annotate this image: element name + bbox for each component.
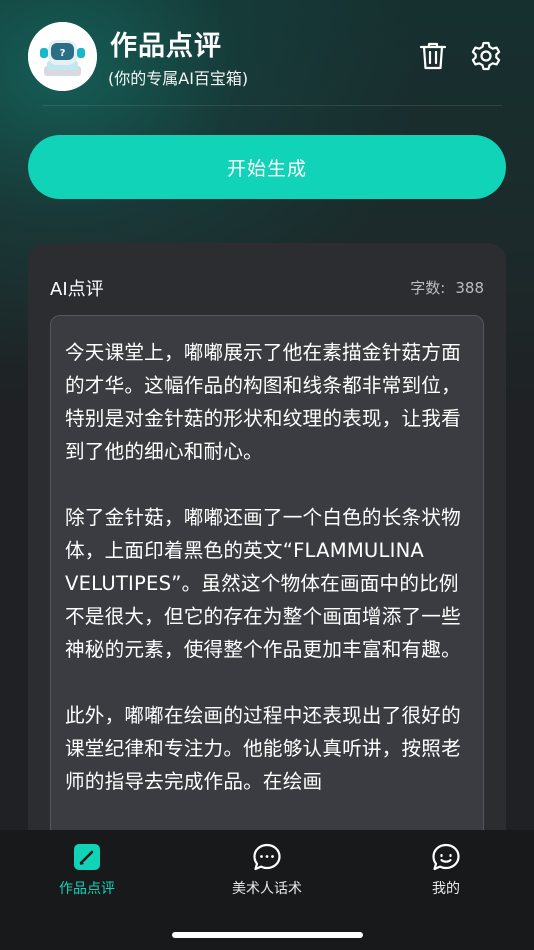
tab-mine[interactable]: 我的 [376, 830, 516, 920]
tab-work-review[interactable]: 作品点评 [17, 830, 157, 920]
robot-icon: ? [28, 22, 97, 91]
smile-chat-icon [431, 842, 461, 872]
tab-art-scripts[interactable]: 美术人话术 [197, 830, 337, 920]
gear-icon[interactable] [470, 40, 502, 72]
app-header: ? 作品点评 (你的专属AI百宝箱) [0, 0, 534, 106]
tab-label: 我的 [432, 881, 460, 897]
review-paragraph: 除了金针菇，嘟嘟还画了一个白色的长条状物体，上面印着黑色的英文“FLAMMULI… [65, 506, 461, 661]
tab-label: 美术人话术 [232, 881, 302, 897]
chat-bubble-icon [252, 842, 282, 872]
trash-icon[interactable] [417, 40, 449, 72]
word-count-value: 388 [455, 279, 484, 297]
edit-square-icon [72, 842, 102, 872]
review-paragraph: 此外，嘟嘟在绘画的过程中还表现出了很好的课堂纪律和专注力。他能够认真听讲，按照老… [65, 704, 461, 793]
home-indicator [172, 932, 363, 938]
header-divider [42, 105, 502, 106]
word-count-label: 字数: [410, 279, 446, 297]
bottom-tab-bar: 作品点评 美术人话术 我的 [0, 830, 534, 950]
svg-text:?: ? [60, 48, 66, 59]
start-generate-button[interactable]: 开始生成 [28, 135, 506, 199]
review-card: AI点评 字数: 388 今天课堂上，嘟嘟展示了他在素描金针菇方面的才华。这幅作品… [28, 243, 506, 915]
review-card-title: AI点评 [50, 279, 104, 300]
app-title: 作品点评 [110, 31, 222, 62]
review-text-area[interactable]: 今天课堂上，嘟嘟展示了他在素描金针菇方面的才华。这幅作品的构图和线条都非常到位，… [50, 315, 484, 915]
app-subtitle: (你的专属AI百宝箱) [108, 69, 249, 88]
tab-label: 作品点评 [59, 881, 115, 897]
review-paragraph: 今天课堂上，嘟嘟展示了他在素描金针菇方面的才华。这幅作品的构图和线条都非常到位，… [65, 341, 461, 463]
word-count: 字数: 388 [410, 277, 484, 298]
